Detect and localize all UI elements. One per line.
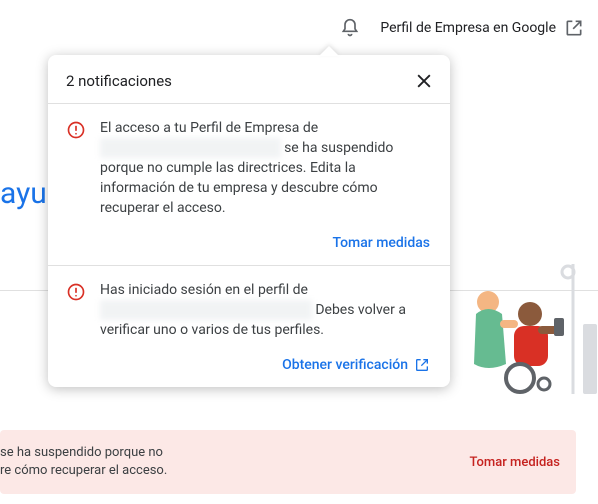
popover-caret	[319, 46, 339, 56]
redacted-text: xxxxxxx xxxxxxxxxx xxxxxxxx xxxx	[100, 300, 312, 320]
popover-title: 2 notificaciones	[66, 72, 172, 90]
notification-text: Has iniciado sesión en el perfil de xxxx…	[100, 280, 432, 340]
topbar: Perfil de Empresa en Google	[0, 0, 598, 56]
notif-text-pre: El acceso a tu Perfil de Empresa de	[100, 120, 318, 136]
warning-text: se ha suspendido porque no re cómo recup…	[0, 444, 449, 480]
warning-line1: se ha suspendido porque no	[0, 445, 163, 460]
notification-action-row: Obtener verificación	[48, 350, 450, 387]
warning-action-link[interactable]: Tomar medidas	[469, 455, 560, 470]
notification-action-row: Tomar medidas	[48, 228, 450, 265]
notif-text-pre: Has iniciado sesión en el perfil de	[100, 282, 308, 298]
redacted-text: xxxxxxx xxxxxxxxxx xxxxxxxx	[100, 138, 281, 158]
notifications-bell[interactable]	[338, 16, 362, 40]
warning-banner: se ha suspendido porque no re cómo recup…	[0, 430, 576, 494]
take-action-link[interactable]: Tomar medidas	[333, 235, 431, 251]
open-external-icon	[414, 357, 430, 373]
warning-line2: re cómo recuperar el acceso.	[0, 463, 167, 478]
alert-icon	[66, 282, 86, 340]
alert-icon	[66, 120, 86, 218]
notification-item: El acceso a tu Perfil de Empresa de xxxx…	[48, 104, 450, 228]
popover-header: 2 notificaciones	[48, 55, 450, 103]
get-verification-label: Obtener verificación	[282, 357, 408, 373]
notifications-popover: 2 notificaciones El acceso a tu Perfil d…	[48, 55, 450, 387]
notification-text: El acceso a tu Perfil de Empresa de xxxx…	[100, 118, 432, 218]
business-profile-label: Perfil de Empresa en Google	[380, 20, 556, 36]
business-profile-link[interactable]: Perfil de Empresa en Google	[380, 18, 584, 38]
get-verification-link[interactable]: Obtener verificación	[282, 357, 430, 373]
close-icon	[414, 71, 434, 91]
notification-item: Has iniciado sesión en el perfil de xxxx…	[48, 266, 450, 350]
close-button[interactable]	[414, 71, 434, 91]
background-heading: ayu	[0, 176, 47, 211]
open-external-icon	[564, 18, 584, 38]
bell-icon	[340, 18, 360, 38]
